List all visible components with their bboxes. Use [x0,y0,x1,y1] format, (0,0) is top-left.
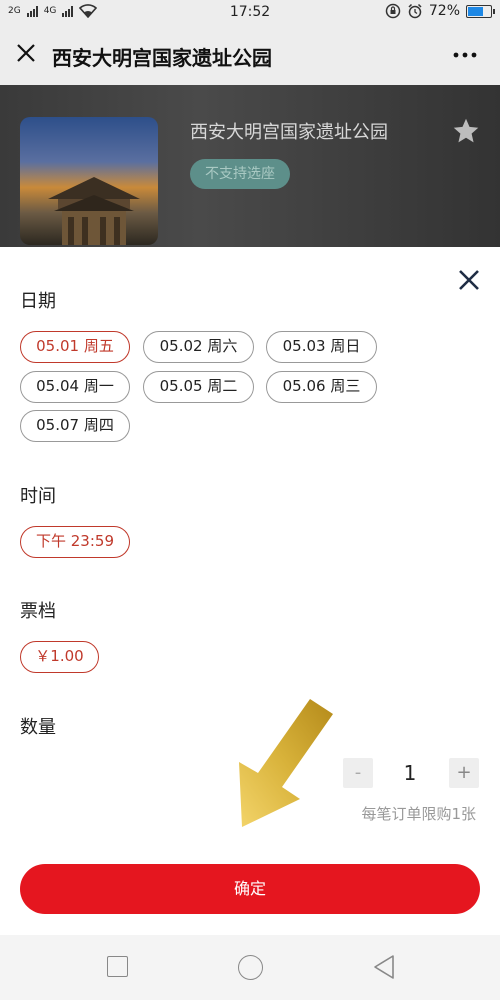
date-chip[interactable]: 05.05 周二 [143,371,254,403]
venue-image [20,117,158,245]
ticket-selection-sheet: 日期 05.01 周五 05.02 周六 05.03 周日 05.04 周一 0… [0,247,500,935]
battery-icon [466,4,495,18]
status-bar: 2G 4G 17:52 72% [0,0,500,26]
date-chip[interactable]: 05.01 周五 [20,331,130,363]
quantity-increment-button[interactable]: + [449,758,479,788]
star-icon[interactable] [452,117,480,145]
ticket-tier-section-title: 票档 [20,601,56,622]
date-chip[interactable]: 05.07 周四 [20,410,130,442]
quantity-section-title: 数量 [20,717,56,738]
close-icon[interactable] [14,41,38,65]
date-chip[interactable]: 05.06 周三 [266,371,377,403]
venue-name: 西安大明宫国家遗址公园 [190,122,388,143]
confirm-button[interactable]: 确定 [20,864,480,914]
system-nav-bar [0,935,500,1000]
app-header: 西安大明宫国家遗址公园 [0,26,500,85]
time-chip[interactable]: 下午 23:59 [20,526,130,558]
purchase-limit-note: 每笔订单限购1张 [361,805,476,823]
recent-apps-icon[interactable] [107,956,128,977]
palace-illustration [48,177,140,245]
home-icon[interactable] [238,955,263,980]
seat-selection-badge: 不支持选座 [190,159,290,189]
close-sheet-icon[interactable] [456,267,482,293]
battery-percent: 72% [428,3,460,19]
status-right: 72% [385,3,495,19]
venue-hero: 西安大明宫国家遗址公园 不支持选座 [0,85,500,247]
battery-level [468,6,484,16]
lock-rotation-icon [385,3,401,19]
quantity-decrement-button[interactable]: - [343,758,373,788]
alarm-icon [408,3,422,19]
date-chip[interactable]: 05.03 周日 [266,331,377,363]
ticket-tier-chip[interactable]: ￥1.00 [20,641,99,673]
date-chip[interactable]: 05.04 周一 [20,371,130,403]
time-section-title: 时间 [20,486,56,507]
date-chip[interactable]: 05.02 周六 [143,331,254,363]
back-icon[interactable] [372,954,396,980]
more-icon[interactable] [452,38,478,68]
quantity-value: 1 [403,761,417,785]
page-title: 西安大明宫国家遗址公园 [52,46,272,70]
date-section-title: 日期 [20,291,56,312]
arrow-indicator-icon [239,699,333,827]
